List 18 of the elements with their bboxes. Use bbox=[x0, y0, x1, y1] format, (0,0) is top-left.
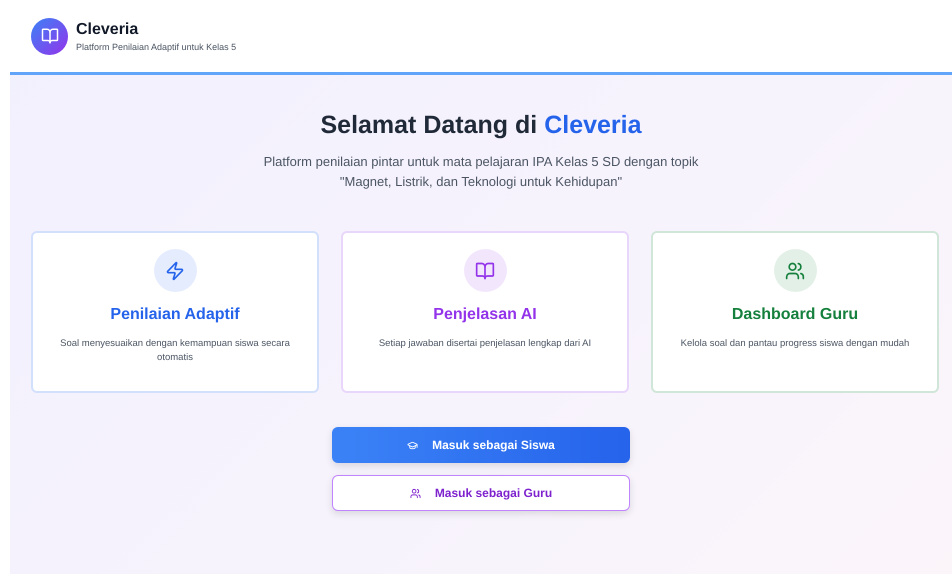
feature-description: Setiap jawaban disertai penjelasan lengkap dari AI bbox=[378, 337, 592, 351]
app-tagline: Platform Penilaian Adaptif untuk Kelas 5 bbox=[76, 42, 236, 52]
feature-title: Dashboard Guru bbox=[732, 306, 858, 324]
feature-description: Kelola soal dan pantau progress siswa dengan mudah bbox=[680, 337, 910, 351]
welcome-subtitle: Platform penilaian pintar untuk mata pelajaran IPA Kelas 5 SD dengan topik "Magnet, Listrik, dan Teknologi untuk Kehidupan" bbox=[263, 153, 699, 191]
book-icon bbox=[40, 27, 58, 45]
login-button[interactable]: Masuk sebagai Guru bbox=[332, 475, 630, 511]
lightning-icon bbox=[165, 260, 185, 280]
people-icon bbox=[410, 488, 421, 498]
app-name: Cleveria bbox=[76, 20, 140, 38]
graduation-cap-icon bbox=[407, 440, 418, 450]
people-icon bbox=[785, 260, 805, 280]
feature-title: Penjelasan AI bbox=[433, 306, 537, 324]
welcome-title: Selamat Datang di Cleveria bbox=[320, 111, 642, 140]
login-button[interactable]: Masuk sebagai Siswa bbox=[332, 427, 630, 463]
feature-description: Soal menyesuaikan dengan kemampuan siswa secara otomatis bbox=[59, 337, 291, 365]
book-icon bbox=[475, 260, 495, 280]
feature-title: Penilaian Adaptif bbox=[110, 306, 240, 324]
